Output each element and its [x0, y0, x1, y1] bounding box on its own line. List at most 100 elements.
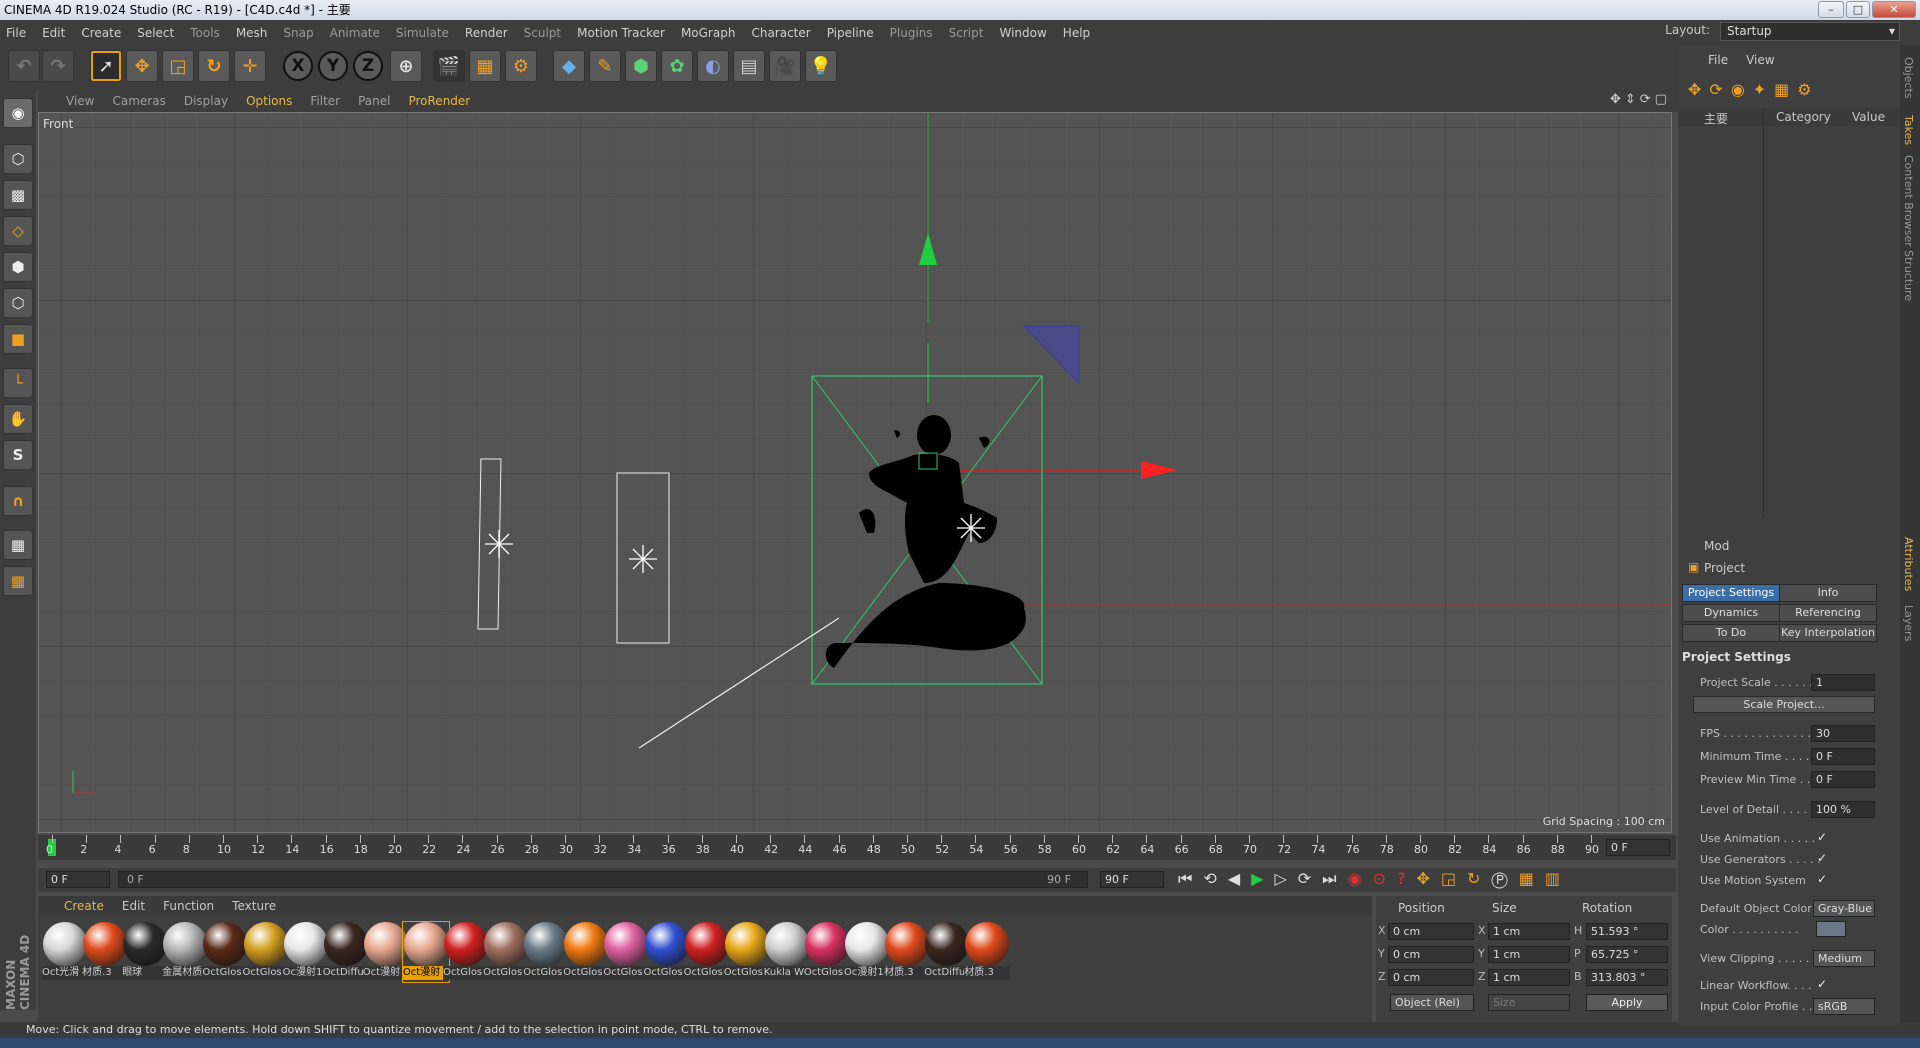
viewport-nav-icons[interactable]: ✥⇕⟳▢: [1610, 92, 1671, 107]
view-clipping-select[interactable]: Medium: [1813, 950, 1875, 967]
x-axis-lock-icon[interactable]: X: [283, 51, 313, 81]
camera-icon[interactable]: 🎥: [769, 50, 801, 82]
snap-icon[interactable]: ∩: [3, 486, 33, 516]
pos-y-field[interactable]: 0 cm: [1388, 946, 1474, 963]
object-manager-toolbar-icons[interactable]: ✥⟳◉✦▦⚙: [1688, 80, 1898, 104]
polygons-mode-icon[interactable]: ■: [3, 324, 33, 354]
render-picture-viewer-icon[interactable]: ▦: [469, 50, 501, 82]
autokey-icon[interactable]: ⊙: [1373, 869, 1397, 888]
color-swatch[interactable]: [1816, 921, 1846, 937]
previous-key-icon[interactable]: ⟲: [1203, 869, 1227, 888]
viewport-menu-panel[interactable]: Panel: [358, 94, 390, 108]
tab-project-settings[interactable]: Project Settings: [1682, 584, 1780, 602]
input-color-profile-select[interactable]: sRGB: [1813, 998, 1875, 1015]
material-item[interactable]: 眼球: [122, 922, 169, 982]
rot-p-field[interactable]: 65.725 °: [1586, 946, 1668, 963]
go-to-end-icon[interactable]: ⏭: [1322, 869, 1347, 888]
material-menu-create[interactable]: Create: [64, 899, 104, 913]
material-item[interactable]: OctGlos: [563, 922, 610, 982]
record-icon[interactable]: ◉: [1348, 869, 1373, 888]
render-settings-icon[interactable]: ⚙: [505, 50, 537, 82]
cloner-icon[interactable]: ✿: [661, 50, 693, 82]
level-of-detail-field[interactable]: 100 %: [1811, 801, 1875, 818]
material-item[interactable]: OctGlos: [242, 922, 289, 982]
menu-edit[interactable]: Edit: [42, 26, 65, 40]
material-item[interactable]: Oct漫射: [362, 922, 409, 982]
y-axis-lock-icon[interactable]: Y: [318, 51, 348, 81]
texture-mode-icon[interactable]: ▩: [3, 180, 33, 210]
points-mode-icon[interactable]: ⬢: [3, 252, 33, 282]
apply-button[interactable]: Apply: [1586, 994, 1668, 1011]
recent-tool-icon[interactable]: ✛: [234, 50, 266, 82]
material-item[interactable]: OctGlos: [202, 922, 249, 982]
coordinate-mode-select[interactable]: Object (Rel): [1390, 994, 1474, 1011]
menu-snap[interactable]: Snap: [283, 26, 313, 40]
material-menu-texture[interactable]: Texture: [232, 899, 276, 913]
material-item[interactable]: Oct漫射: [401, 921, 450, 983]
undo-icon[interactable]: ↶: [8, 50, 40, 82]
viewport-menu-view[interactable]: View: [66, 94, 94, 108]
live-selection-icon[interactable]: ➚: [90, 50, 122, 82]
scale-project-button[interactable]: Scale Project...: [1693, 696, 1875, 713]
material-menu-function[interactable]: Function: [163, 899, 214, 913]
preview-min-time-field[interactable]: 0 F: [1811, 771, 1875, 788]
redo-icon[interactable]: ↷: [42, 50, 74, 82]
layout-select[interactable]: Startup ▾: [1720, 22, 1900, 41]
z-axis-lock-icon[interactable]: Z: [353, 51, 383, 81]
menu-script[interactable]: Script: [949, 26, 984, 40]
object-menu-view[interactable]: View: [1746, 53, 1774, 67]
keyframe-selection-icon[interactable]: ?: [1397, 869, 1417, 888]
menu-character[interactable]: Character: [751, 26, 810, 40]
tab-to-do[interactable]: To Do: [1682, 624, 1780, 642]
viewport-menu-display[interactable]: Display: [184, 94, 228, 108]
size-x-field[interactable]: 1 cm: [1488, 923, 1570, 940]
default-object-color-select[interactable]: Gray-Blue: [1813, 900, 1875, 917]
project-scale-field[interactable]: 1: [1811, 674, 1875, 691]
tweak-mode-icon[interactable]: ✋: [3, 404, 33, 434]
menu-motion-tracker[interactable]: Motion Tracker: [577, 26, 665, 40]
viewport-front[interactable]: Front Grid Spacing : 100 cm: [38, 112, 1672, 833]
min-time-field[interactable]: 0 F: [1811, 748, 1875, 765]
menu-create[interactable]: Create: [81, 26, 121, 40]
material-item[interactable]: Kukla W: [763, 922, 810, 982]
material-item[interactable]: OctDiffu: [322, 922, 369, 982]
maximize-button[interactable]: □: [1846, 1, 1870, 18]
cube-icon[interactable]: ◆: [553, 50, 585, 82]
light-icon[interactable]: 💡: [805, 50, 837, 82]
tab-dynamics[interactable]: Dynamics: [1682, 604, 1780, 622]
side-tab-content-browser[interactable]: Content Browser: [1902, 155, 1915, 247]
start-frame-field[interactable]: 0 F: [46, 871, 110, 888]
viewport-menu-options[interactable]: Options: [246, 94, 292, 108]
rotate-tool-icon[interactable]: ↻: [198, 50, 230, 82]
side-tab-objects[interactable]: Objects: [1902, 57, 1915, 99]
close-button[interactable]: ✕: [1872, 1, 1916, 18]
use-generators-checkbox[interactable]: ✓: [1817, 851, 1827, 865]
pos-z-field[interactable]: 0 cm: [1388, 969, 1474, 986]
next-key-icon[interactable]: ⟳: [1298, 869, 1322, 888]
menu-simulate[interactable]: Simulate: [396, 26, 449, 40]
material-item[interactable]: OctGlos: [603, 922, 650, 982]
material-item[interactable]: OctDiffu: [924, 922, 971, 982]
pen-spline-icon[interactable]: ✎: [589, 50, 621, 82]
tab-key-interpolation[interactable]: Key Interpolation: [1779, 624, 1877, 642]
menu-plugins[interactable]: Plugins: [890, 26, 933, 40]
coordinate-system-icon[interactable]: ⊕: [390, 50, 422, 82]
material-item[interactable]: OctGlos: [723, 922, 770, 982]
tab-referencing[interactable]: Referencing: [1779, 604, 1877, 622]
material-menu-edit[interactable]: Edit: [122, 899, 145, 913]
menu-window[interactable]: Window: [999, 26, 1046, 40]
edges-mode-icon[interactable]: ⬡: [3, 288, 33, 318]
end-frame-field[interactable]: 90 F: [1100, 871, 1164, 888]
size-y-field[interactable]: 1 cm: [1488, 946, 1570, 963]
menu-render[interactable]: Render: [465, 26, 508, 40]
menu-help[interactable]: Help: [1063, 26, 1090, 40]
make-editable-icon[interactable]: ◉: [3, 98, 33, 128]
rot-b-field[interactable]: 313.803 °: [1586, 969, 1668, 986]
material-item[interactable]: OctGlos: [683, 922, 730, 982]
key-pla-icon[interactable]: ▦: [1519, 869, 1545, 888]
pos-x-field[interactable]: 0 cm: [1388, 923, 1474, 940]
menu-mesh[interactable]: Mesh: [236, 26, 268, 40]
material-item[interactable]: 材质.3: [964, 922, 1011, 982]
minimize-button[interactable]: –: [1818, 1, 1844, 18]
size-mode-select[interactable]: Size: [1488, 994, 1570, 1011]
